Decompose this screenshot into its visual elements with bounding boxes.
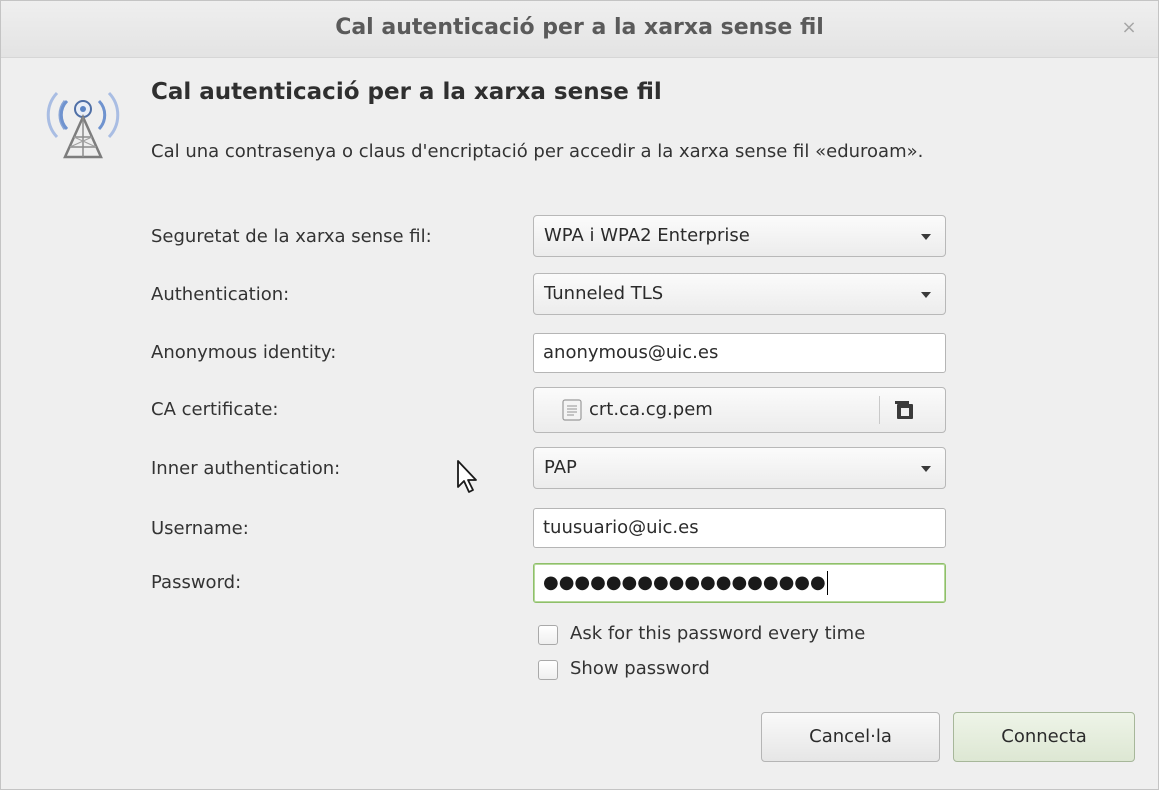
connect-button[interactable]: Connecta <box>953 712 1135 762</box>
chevron-down-icon <box>921 234 931 240</box>
authentication-combo[interactable]: Tunneled TLS <box>533 273 946 315</box>
password-mask: ●●●●●●●●●●●●●●●●●● <box>543 572 826 593</box>
close-icon[interactable]: × <box>1118 17 1140 39</box>
wireless-tower-icon <box>46 91 120 159</box>
title-bar[interactable]: Cal autenticació per a la xarxa sense fi… <box>1 1 1158 58</box>
security-value: WPA i WPA2 Enterprise <box>544 225 750 246</box>
inner-authentication-combo[interactable]: PAP <box>533 447 946 489</box>
chevron-down-icon <box>921 466 931 472</box>
dialog-description: Cal una contrasenya o claus d'encriptaci… <box>151 141 924 162</box>
auth-dialog: Cal autenticació per a la xarxa sense fi… <box>0 0 1159 790</box>
text-caret <box>826 571 828 595</box>
username-field[interactable]: tuusuario@uic.es <box>533 508 946 548</box>
authentication-label: Authentication: <box>151 284 290 305</box>
ask-password-label: Ask for this password every time <box>570 623 866 644</box>
inner-authentication-label: Inner authentication: <box>151 458 341 479</box>
show-password-label: Show password <box>570 658 710 679</box>
open-file-icon[interactable] <box>884 392 942 428</box>
authentication-value: Tunneled TLS <box>544 283 664 304</box>
ask-password-checkbox[interactable] <box>538 625 558 645</box>
chevron-down-icon <box>921 292 931 298</box>
window-title: Cal autenticació per a la xarxa sense fi… <box>335 15 824 40</box>
document-icon <box>562 399 582 421</box>
inner-authentication-value: PAP <box>544 457 577 478</box>
password-label: Password: <box>151 572 242 593</box>
mouse-pointer-icon <box>457 460 477 493</box>
anonymous-identity-label: Anonymous identity: <box>151 342 337 363</box>
dialog-heading: Cal autenticació per a la xarxa sense fi… <box>151 79 662 105</box>
separator <box>879 396 880 424</box>
cancel-button[interactable]: Cancel·la <box>761 712 940 762</box>
username-label: Username: <box>151 518 249 539</box>
security-label: Seguretat de la xarxa sense fil: <box>151 226 432 247</box>
anonymous-identity-field[interactable]: anonymous@uic.es <box>533 333 946 373</box>
show-password-checkbox[interactable] <box>538 660 558 680</box>
ca-certificate-file: crt.ca.cg.pem <box>589 399 713 420</box>
ca-certificate-chooser[interactable]: crt.ca.cg.pem <box>533 387 946 433</box>
security-combo[interactable]: WPA i WPA2 Enterprise <box>533 215 946 257</box>
password-field[interactable]: ●●●●●●●●●●●●●●●●●● <box>533 563 946 603</box>
ca-certificate-label: CA certificate: <box>151 399 279 420</box>
